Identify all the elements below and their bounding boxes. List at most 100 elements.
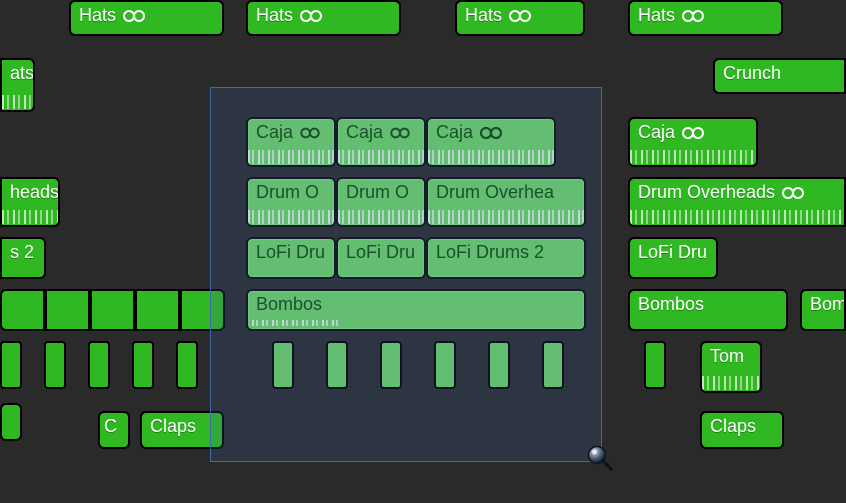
region-header: LoFi Dru [630, 239, 716, 266]
region-claps[interactable]: Claps [700, 411, 784, 449]
region-hit[interactable] [176, 341, 198, 389]
region-ats-fragment[interactable]: ats [0, 58, 35, 112]
region-caja[interactable]: Caja [246, 117, 336, 167]
loop-icon [508, 8, 532, 24]
region-hats[interactable]: Hats [69, 0, 224, 36]
region-strip[interactable] [90, 289, 135, 331]
region-drum-overheads[interactable]: Drum O [246, 177, 336, 227]
region-body [248, 146, 334, 165]
region-bom-fragment[interactable]: Bom [800, 289, 846, 331]
waveform [338, 210, 424, 224]
region-header: Hats [630, 2, 781, 29]
region-bombos[interactable]: Bombos [628, 289, 788, 331]
waveform [630, 150, 756, 164]
region-body [248, 318, 584, 329]
loop-icon [681, 125, 705, 141]
region-drum-overheads[interactable]: Drum O [336, 177, 426, 227]
region-hit[interactable] [644, 341, 666, 389]
region-body [2, 87, 33, 110]
region-body [338, 206, 424, 225]
region-lofi-drums[interactable]: LoFi Dru [628, 237, 718, 279]
region-header: Caja [428, 119, 554, 146]
region-label: Hats [465, 4, 502, 27]
region-header: Caja [338, 119, 424, 146]
region-header: C [100, 413, 128, 440]
region-header: Hats [71, 2, 222, 29]
loop-icon [681, 8, 705, 24]
region-drum-overheads[interactable]: Drum Overheads [628, 177, 846, 227]
region-label: Caja [638, 121, 675, 144]
region-strip[interactable] [135, 289, 180, 331]
region-hit[interactable] [44, 341, 66, 389]
region-tom[interactable]: Tom [700, 341, 762, 393]
waveform [248, 150, 334, 164]
region-caja[interactable]: Caja [336, 117, 426, 167]
region-body [428, 206, 584, 225]
region-label: Claps [150, 415, 196, 438]
timeline-workspace[interactable]: Hats Hats Hats Hats [0, 0, 846, 503]
region-label: LoFi Dru [638, 241, 707, 264]
region-hit[interactable] [380, 341, 402, 389]
region-label: Caja [256, 121, 293, 144]
region-strip[interactable] [45, 289, 90, 331]
region-label: Bom [810, 293, 844, 316]
region-header: heads [2, 179, 58, 206]
waveform [252, 320, 340, 326]
region-hit[interactable] [88, 341, 110, 389]
region-strip[interactable] [180, 289, 225, 331]
region-fragment[interactable] [0, 403, 22, 441]
region-heads-fragment[interactable]: heads [0, 177, 60, 227]
region-hit[interactable] [132, 341, 154, 389]
region-header: Drum Overheads [630, 179, 844, 206]
region-lofi-drums[interactable]: LoFi Dru [246, 237, 336, 279]
region-label: LoFi Drums 2 [436, 241, 544, 264]
region-label: Bombos [256, 293, 322, 316]
waveform [428, 210, 584, 224]
region-label: ats [10, 62, 33, 85]
waveform [248, 210, 334, 224]
region-hats[interactable]: Hats [628, 0, 783, 36]
region-hit[interactable] [272, 341, 294, 389]
region-label: s 2 [10, 241, 34, 264]
region-header: Bombos [248, 291, 584, 318]
region-label: Drum Overhea [436, 181, 554, 204]
region-caja[interactable]: Caja [426, 117, 556, 167]
region-claps[interactable]: Claps [140, 411, 224, 449]
region-lofi-drums[interactable]: LoFi Drums 2 [426, 237, 586, 279]
region-caja[interactable]: Caja [628, 117, 758, 167]
region-lofi-drums[interactable]: LoFi Dru [336, 237, 426, 279]
region-body [428, 146, 554, 165]
region-strip[interactable] [0, 289, 45, 331]
region-hit[interactable] [434, 341, 456, 389]
region-label: Caja [436, 121, 473, 144]
region-crunch[interactable]: Crunch [713, 58, 846, 94]
region-body [630, 206, 844, 225]
waveform [2, 210, 58, 224]
region-bombos[interactable]: Bombos [246, 289, 586, 331]
region-label: Crunch [723, 62, 781, 85]
region-hit[interactable] [488, 341, 510, 389]
loop-icon [389, 126, 411, 140]
zoom-cursor-icon [586, 444, 614, 472]
region-body [2, 206, 58, 225]
region-hit[interactable] [542, 341, 564, 389]
region-header: Claps [702, 413, 782, 440]
region-hats[interactable]: Hats [246, 0, 401, 36]
region-header: Drum O [338, 179, 424, 206]
region-c-fragment[interactable]: C [98, 411, 130, 449]
region-header: Drum O [248, 179, 334, 206]
region-body [630, 146, 756, 165]
region-label: Drum O [256, 181, 319, 204]
region-header: Hats [457, 2, 583, 29]
region-body [248, 206, 334, 225]
region-hats[interactable]: Hats [455, 0, 585, 36]
region-header: ats [2, 60, 33, 87]
region-hit[interactable] [0, 341, 22, 389]
region-s2-fragment[interactable]: s 2 [0, 237, 46, 279]
region-body [338, 146, 424, 165]
region-drum-overheads[interactable]: Drum Overhea [426, 177, 586, 227]
region-header: Caja [630, 119, 756, 146]
region-label: Tom [710, 345, 744, 368]
region-label: Hats [638, 4, 675, 27]
region-hit[interactable] [326, 341, 348, 389]
